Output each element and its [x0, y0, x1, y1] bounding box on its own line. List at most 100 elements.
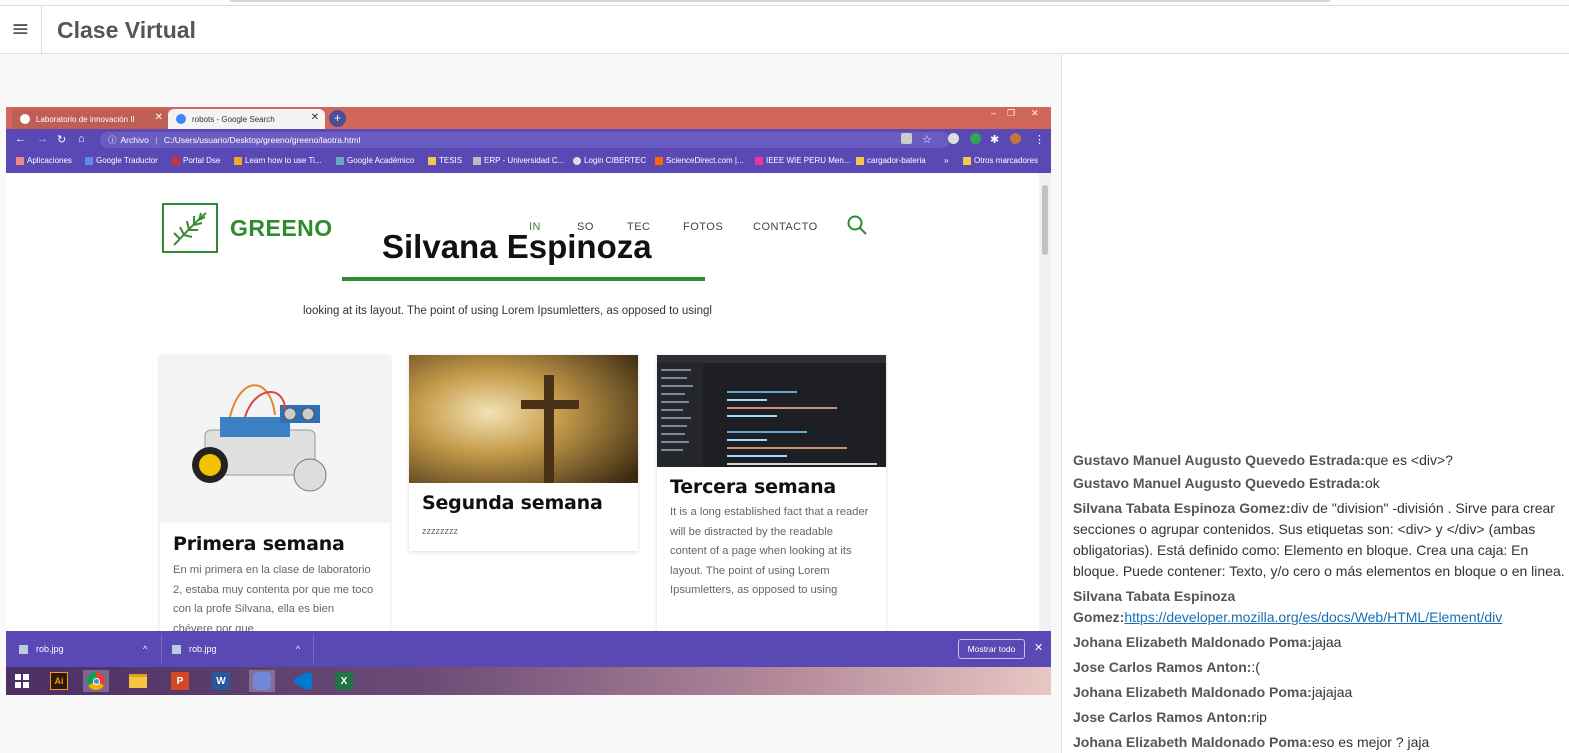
reload-icon[interactable]: ↻: [57, 133, 66, 146]
download-item[interactable]: rob.jpg ^: [19, 644, 147, 654]
forward-arrow-icon[interactable]: →: [37, 133, 48, 145]
chat-author: Jose Carlos Ramos Anton:: [1073, 659, 1252, 675]
chat-text: rip: [1251, 709, 1267, 725]
bookmark-item[interactable]: IEEE WIE PERU Men...: [755, 156, 850, 165]
app-header: ≡ Clase Virtual: [0, 5, 1569, 54]
bookmark-item[interactable]: cargador-bateria: [856, 156, 926, 165]
word-icon[interactable]: W: [208, 670, 234, 692]
nav-link-fotos[interactable]: FOTOS: [683, 221, 723, 233]
chevron-up-icon[interactable]: ^: [296, 644, 300, 654]
bookmark-item[interactable]: TESIS: [428, 156, 462, 165]
download-item[interactable]: rob.jpg ^: [172, 644, 300, 654]
chat-message: Gustavo Manuel Augusto Quevedo Estrada:o…: [1073, 473, 1568, 494]
bookmark-item[interactable]: Login CIBERTEC: [573, 156, 646, 165]
windows-start-icon[interactable]: [9, 670, 35, 692]
bookmark-item[interactable]: Aplicaciones: [16, 156, 72, 165]
bookmark-icon: [234, 156, 242, 165]
chat-author: Johana Elizabeth Maldonado Poma:: [1073, 634, 1312, 650]
windows-taskbar: Ai P W X: [6, 667, 1051, 695]
star-icon[interactable]: ☆: [922, 133, 932, 146]
close-icon[interactable]: ✕: [155, 112, 163, 123]
web-page: GREENO IN SO TEC FOTOS CONTACTO Silvana …: [6, 173, 1039, 631]
file-explorer-icon[interactable]: [125, 670, 151, 692]
close-window-icon[interactable]: ✕: [1031, 108, 1039, 119]
chat-text: jajajaa: [1311, 684, 1353, 700]
translate-icon[interactable]: [901, 133, 912, 144]
close-icon[interactable]: ✕: [1034, 641, 1043, 654]
download-separator: [161, 635, 162, 663]
browser-tab-robots[interactable]: robots - Google Search ✕: [168, 109, 325, 129]
extension-icon[interactable]: [970, 133, 981, 144]
bookmark-item[interactable]: Otros marcadores: [963, 156, 1038, 165]
chat-text: eso es mejor ? jaja: [1311, 734, 1430, 750]
bookmark-item[interactable]: Portal Dse: [172, 156, 220, 165]
card-title: Primera semana: [173, 533, 345, 555]
robot-car-image: [160, 355, 390, 523]
minimize-icon[interactable]: –: [991, 108, 996, 118]
card-primera-semana[interactable]: Primera semana En mi primera en la clase…: [160, 355, 390, 631]
chat-message: Johana Elizabeth Maldonado Poma:jajajaa: [1073, 682, 1568, 703]
close-icon[interactable]: ✕: [311, 112, 319, 123]
bookmark-item[interactable]: Learn how to use Ti...: [234, 156, 322, 165]
bookmark-label: Otros marcadores: [974, 156, 1039, 165]
kebab-menu-icon[interactable]: ⋮: [1034, 133, 1045, 146]
search-icon[interactable]: [847, 215, 867, 235]
card-title: Segunda semana: [422, 492, 603, 514]
bookmark-label: Learn how to use Ti...: [245, 156, 322, 165]
extension-icon[interactable]: [948, 133, 959, 144]
vscode-icon[interactable]: [290, 670, 316, 692]
bookmark-item[interactable]: Google Traductor: [85, 156, 158, 165]
bookmark-item[interactable]: ScienceDirect.com |...: [655, 156, 744, 165]
bookmark-icon: [755, 156, 763, 165]
bookmark-item[interactable]: Google Académico: [336, 156, 414, 165]
illustrator-icon[interactable]: Ai: [46, 670, 72, 692]
chevron-up-icon[interactable]: ^: [143, 644, 147, 654]
browser-tab-bar: Laboratorio de innovación II ✕ robots - …: [6, 107, 1051, 129]
card-segunda-semana[interactable]: Segunda semana zzzzzzzz: [409, 355, 638, 551]
download-filename: rob.jpg: [36, 644, 64, 654]
card-title: Tercera semana: [670, 476, 837, 498]
hamburger-icon[interactable]: ≡: [0, 6, 42, 53]
show-all-button[interactable]: Mostrar todo: [958, 639, 1025, 659]
bookmark-label: Aplicaciones: [27, 156, 72, 165]
avatar[interactable]: [1010, 133, 1021, 144]
chat-message: Johana Elizabeth Maldonado Poma:jajaa: [1073, 632, 1568, 653]
google-icon: [176, 114, 186, 124]
powerpoint-icon[interactable]: P: [167, 670, 193, 692]
folder-icon: [428, 156, 436, 165]
chat-text: ok: [1364, 475, 1380, 491]
address-url: C:/Users/usuario/Desktop/greeno/greeno/l…: [163, 135, 361, 145]
address-bar[interactable]: ⓘ Archivo | C:/Users/usuario/Desktop/gree…: [100, 132, 950, 148]
scrollbar-thumb[interactable]: [1042, 185, 1048, 255]
chrome-icon[interactable]: [83, 670, 109, 692]
browser-tab-laboratorio[interactable]: Laboratorio de innovación II ✕: [12, 109, 169, 129]
nav-link-contacto[interactable]: CONTACTO: [753, 221, 818, 233]
chat-author: Jose Carlos Ramos Anton:: [1073, 709, 1252, 725]
page-scrollbar[interactable]: [1039, 173, 1051, 631]
discord-icon[interactable]: [249, 670, 275, 692]
chat-message: Johana Elizabeth Maldonado Poma:eso es m…: [1073, 732, 1568, 753]
new-tab-button[interactable]: +: [329, 110, 346, 127]
home-icon[interactable]: ⌂: [78, 133, 85, 145]
bookmark-label: Google Académico: [347, 156, 415, 165]
downloads-bar: rob.jpg ^ rob.jpg ^ Mostrar todo ✕: [6, 631, 1051, 667]
card-tercera-semana[interactable]: Tercera semana It is a long established …: [657, 355, 886, 631]
bookmarks-overflow[interactable]: »: [944, 156, 948, 165]
chat-author: Gustavo Manuel Augusto Quevedo Estrada:: [1073, 475, 1365, 491]
puzzle-icon[interactable]: ✱: [990, 133, 999, 146]
bookmark-label: TESIS: [439, 156, 463, 165]
back-arrow-icon[interactable]: ←: [15, 133, 26, 145]
bookmark-label: cargador-bateria: [867, 156, 926, 165]
card-text: zzzzzzzz: [422, 526, 458, 536]
scholar-icon: [336, 156, 344, 165]
card-text: En mi primera en la clase de laboratorio…: [173, 564, 374, 631]
code-editor-image: [657, 355, 886, 467]
restore-icon[interactable]: ❐: [1007, 108, 1015, 119]
tab-favicon-icon: [20, 114, 30, 124]
download-filename: rob.jpg: [189, 644, 217, 654]
chat-text: que es <div>?: [1364, 452, 1453, 468]
chat-message: Jose Carlos Ramos Anton:rip: [1073, 707, 1568, 728]
excel-icon[interactable]: X: [331, 670, 357, 692]
bookmark-item[interactable]: ERP - Universidad C...: [473, 156, 564, 165]
chat-link[interactable]: https://developer.mozilla.org/es/docs/We…: [1124, 609, 1502, 625]
